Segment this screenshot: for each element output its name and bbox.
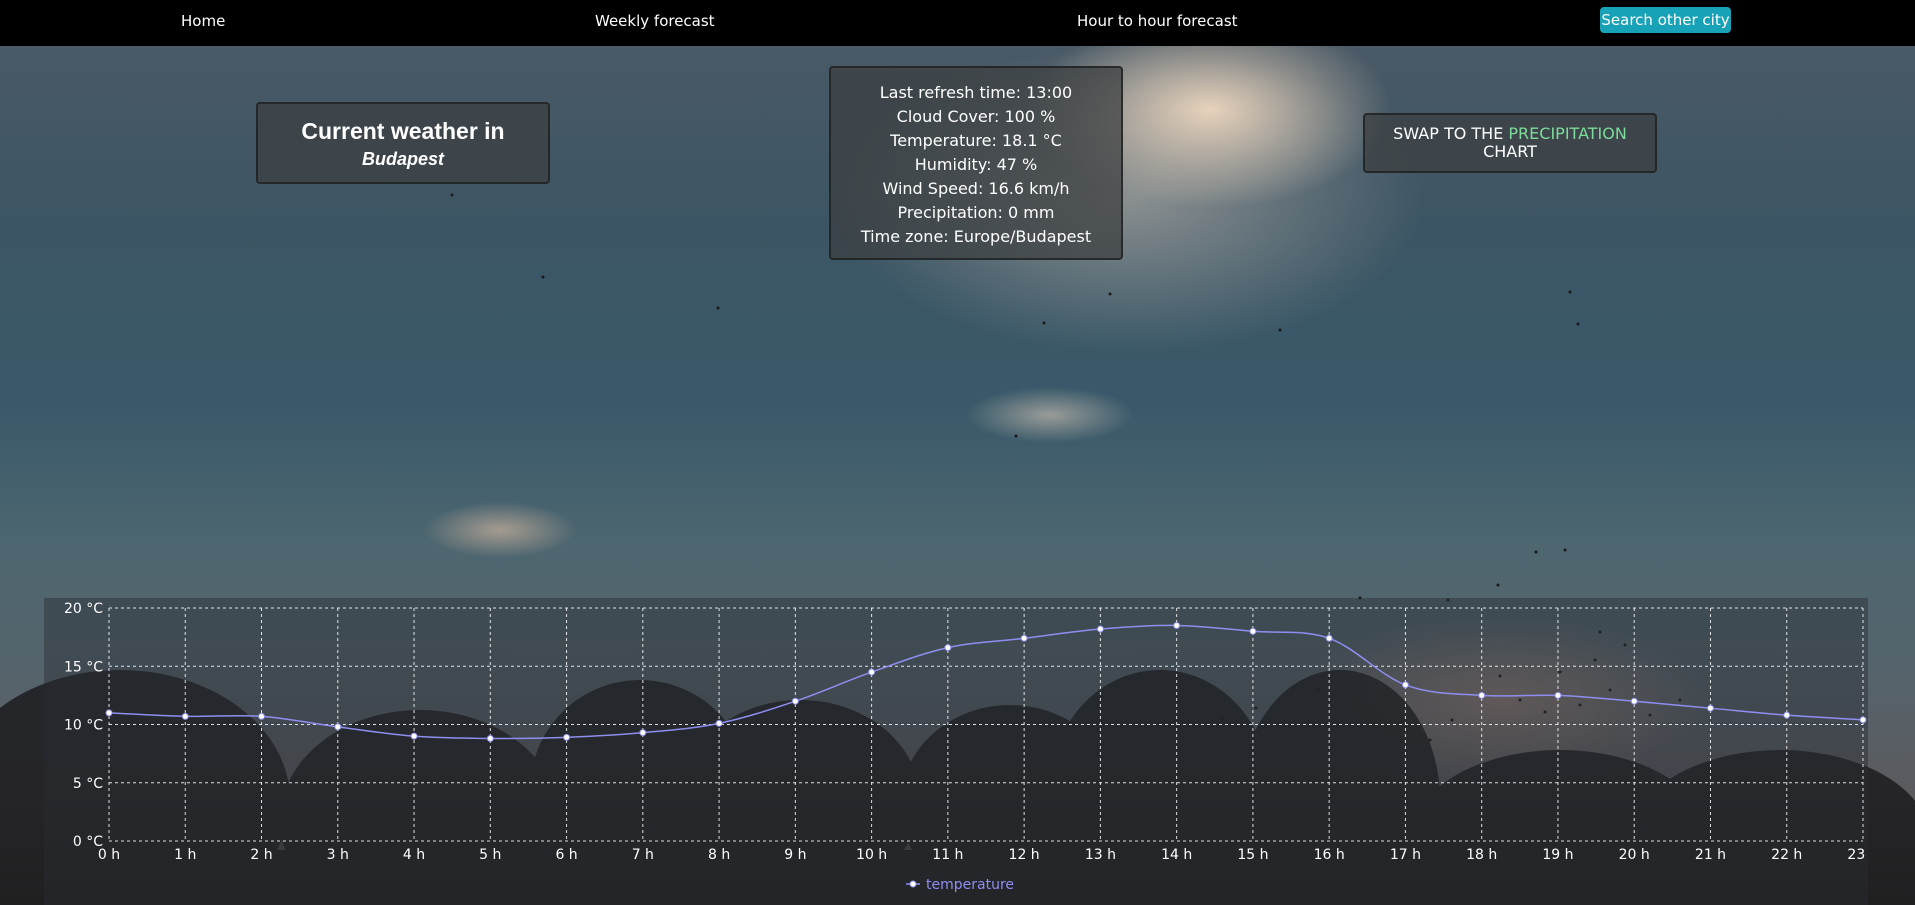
- legend-label: temperature: [926, 877, 1014, 893]
- temperature-chart: 0 °C 5 °C 10 °C 15 °C 20 °C 0 h1 h2 h3 h4 h5 …: [44, 598, 1868, 905]
- current-weather-heading: Current weather in: [301, 118, 505, 144]
- current-weather-title-card: Current weather in Budapest: [256, 102, 550, 184]
- temperature-data-point: [1173, 621, 1181, 629]
- x-tick-label: 0 h: [98, 847, 120, 863]
- x-tick-label: 1 h: [174, 847, 196, 863]
- y-tick-label: 5 °C: [73, 776, 103, 792]
- temperature-value: Temperature: 18.1 °C: [890, 131, 1062, 150]
- x-tick-label: 15 h: [1237, 847, 1268, 863]
- swap-to-precipitation-chart-button[interactable]: SWAP TO THE PRECIPITATION CHART: [1363, 113, 1657, 173]
- x-tick-label: 5 h: [479, 847, 501, 863]
- swap-button-accent: PRECIPITATION: [1508, 124, 1627, 143]
- x-tick-label: 18 h: [1466, 847, 1497, 863]
- precipitation-value: Precipitation: 0 mm: [897, 203, 1055, 222]
- temperature-data-point: [181, 712, 189, 720]
- x-tick-label: 14 h: [1161, 847, 1192, 863]
- x-tick-label: 8 h: [708, 847, 730, 863]
- temperature-data-point: [1859, 716, 1867, 724]
- temperature-data-point: [1478, 691, 1486, 699]
- temperature-data-point: [258, 712, 266, 720]
- temperature-data-point: [1325, 634, 1333, 642]
- temperature-series-line: [108, 624, 1864, 740]
- cloud-cover: Cloud Cover: 100 %: [896, 107, 1056, 126]
- x-tick-label: 9 h: [784, 847, 806, 863]
- temperature-data-point: [868, 668, 876, 676]
- temperature-data-point: [410, 732, 418, 740]
- x-tick-label: 6 h: [555, 847, 577, 863]
- nav-home-link[interactable]: Home: [181, 12, 225, 30]
- y-tick-label: 20 °C: [64, 601, 103, 617]
- wind-speed-value: Wind Speed: 16.6 km/h: [882, 179, 1070, 198]
- x-tick-label: 16 h: [1314, 847, 1345, 863]
- x-tick-label: 10 h: [856, 847, 887, 863]
- search-other-city-button[interactable]: Search other city: [1600, 7, 1731, 33]
- navbar: Home Weekly forecast Hour to hour foreca…: [0, 0, 1915, 46]
- x-tick-label: 17 h: [1390, 847, 1421, 863]
- x-tick-label: 4 h: [403, 847, 425, 863]
- nav-hourly-forecast-link[interactable]: Hour to hour forecast: [1077, 12, 1238, 30]
- temperature-data-point: [715, 719, 723, 727]
- x-tick-label: 19 h: [1542, 847, 1573, 863]
- temperature-data-point: [1401, 681, 1409, 689]
- x-tick-label: 21 h: [1695, 847, 1726, 863]
- temperature-data-point: [1249, 627, 1257, 635]
- last-refresh-time: Last refresh time: 13:00: [879, 83, 1073, 102]
- y-tick-label: 10 °C: [64, 718, 103, 734]
- city-name: Budapest: [361, 149, 444, 169]
- temperature-data-point: [334, 723, 342, 731]
- temperature-data-point: [1630, 697, 1638, 705]
- nav-weekly-forecast-link[interactable]: Weekly forecast: [595, 12, 715, 30]
- x-tick-label: 20 h: [1619, 847, 1650, 863]
- y-tick-label: 15 °C: [64, 659, 103, 675]
- temperature-data-point: [1096, 625, 1104, 633]
- weather-info-card: Last refresh time: 13:00 Cloud Cover: 10…: [829, 66, 1123, 260]
- temperature-data-point: [791, 697, 799, 705]
- time-zone-value: Time zone: Europe/Budapest: [860, 227, 1092, 246]
- x-tick-label: 12 h: [1009, 847, 1040, 863]
- x-tick-label: 22 h: [1771, 847, 1802, 863]
- temperature-data-point: [1783, 711, 1791, 719]
- temperature-data-point: [639, 729, 647, 737]
- temperature-data-point: [1020, 634, 1028, 642]
- temperature-data-point: [105, 709, 113, 717]
- x-tick-label: 3 h: [327, 847, 349, 863]
- temperature-data-point: [563, 733, 571, 741]
- temperature-data-point: [944, 644, 952, 652]
- legend-point-marker: [909, 880, 917, 888]
- humidity-value: Humidity: 47 %: [914, 155, 1038, 174]
- swap-button-prefix: SWAP TO THE: [1393, 124, 1509, 143]
- temperature-data-point: [1554, 691, 1562, 699]
- temperature-data-point: [1706, 704, 1714, 712]
- x-tick-label: 23 h: [1847, 847, 1868, 863]
- x-tick-label: 2 h: [250, 847, 272, 863]
- x-tick-label: 11 h: [932, 847, 963, 863]
- swap-button-suffix: CHART: [1483, 142, 1537, 161]
- temperature-chart-svg: 0 °C5 °C10 °C15 °C20 °C0 h1 h2 h3 h4 h5 …: [64, 601, 1868, 893]
- x-tick-label: 7 h: [632, 847, 654, 863]
- temperature-data-point: [486, 734, 494, 742]
- x-tick-label: 13 h: [1085, 847, 1116, 863]
